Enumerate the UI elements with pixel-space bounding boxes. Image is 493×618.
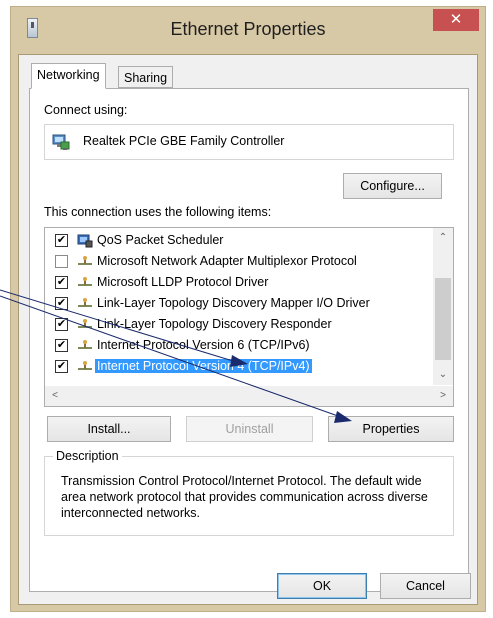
connection-items-list[interactable]: ✔ QoS Packet Scheduler Microsoft Network… bbox=[44, 227, 454, 407]
scroll-right-icon[interactable]: > bbox=[433, 386, 453, 406]
item-label: Microsoft LLDP Protocol Driver bbox=[97, 275, 269, 289]
uninstall-button[interactable]: Uninstall bbox=[186, 416, 313, 442]
tab-sharing[interactable]: Sharing bbox=[118, 66, 174, 88]
list-item[interactable]: ✔ QoS Packet Scheduler bbox=[45, 230, 437, 251]
protocol-icon bbox=[78, 256, 92, 265]
adapter-display: Realtek PCIe GBE Family Controller bbox=[44, 124, 454, 160]
protocol-icon bbox=[78, 277, 92, 286]
list-item[interactable]: ✔ Internet Protocol Version 6 (TCP/IPv6) bbox=[45, 335, 437, 356]
item-label: Internet Protocol Version 4 (TCP/IPv4) bbox=[95, 359, 312, 373]
adapter-name: Realtek PCIe GBE Family Controller bbox=[83, 134, 285, 148]
item-label: Internet Protocol Version 6 (TCP/IPv6) bbox=[97, 338, 310, 352]
description-legend: Description bbox=[53, 449, 122, 463]
item-checkbox[interactable]: ✔ bbox=[55, 297, 68, 310]
scrollbar-thumb[interactable] bbox=[435, 278, 451, 360]
item-checkbox[interactable]: ✔ bbox=[55, 276, 68, 289]
description-text: Transmission Control Protocol/Internet P… bbox=[61, 474, 428, 520]
horizontal-scrollbar[interactable]: < > bbox=[45, 386, 453, 406]
ok-button[interactable]: OK bbox=[277, 573, 367, 599]
list-item[interactable]: Microsoft Network Adapter Multiplexor Pr… bbox=[45, 251, 437, 272]
item-label: Link-Layer Topology Discovery Mapper I/O… bbox=[97, 296, 370, 310]
item-checkbox[interactable]: ✔ bbox=[55, 318, 68, 331]
protocol-icon bbox=[78, 361, 92, 370]
item-checkbox[interactable]: ✔ bbox=[55, 234, 68, 247]
network-adapter-icon bbox=[52, 134, 70, 150]
item-label: QoS Packet Scheduler bbox=[97, 233, 224, 247]
scroll-left-icon[interactable]: < bbox=[45, 386, 65, 406]
cancel-button[interactable]: Cancel bbox=[380, 573, 471, 599]
protocol-icon bbox=[78, 340, 92, 349]
tab-networking[interactable]: Networking bbox=[31, 63, 106, 89]
description-group: Description Transmission Control Protoco… bbox=[44, 449, 454, 536]
close-button[interactable]: ✕ bbox=[433, 9, 479, 31]
items-section-label: This connection uses the following items… bbox=[44, 205, 272, 219]
list-item[interactable]: ✔ Link-Layer Topology Discovery Responde… bbox=[45, 314, 437, 335]
install-button[interactable]: Install... bbox=[47, 416, 171, 442]
list-item[interactable]: ✔ Link-Layer Topology Discovery Mapper I… bbox=[45, 293, 437, 314]
connect-using-label: Connect using: bbox=[44, 103, 128, 117]
item-checkbox[interactable]: ✔ bbox=[55, 360, 68, 373]
window-title: Ethernet Properties bbox=[170, 19, 326, 39]
item-checkbox[interactable]: ✔ bbox=[55, 339, 68, 352]
item-label: Microsoft Network Adapter Multiplexor Pr… bbox=[97, 254, 357, 268]
scroll-up-icon[interactable]: ⌃ bbox=[433, 228, 453, 248]
properties-button[interactable]: Properties bbox=[328, 416, 454, 442]
scroll-down-icon[interactable]: ⌄ bbox=[433, 365, 453, 385]
qos-scheduler-icon bbox=[77, 234, 93, 248]
configure-button[interactable]: Configure... bbox=[343, 173, 442, 199]
protocol-icon bbox=[78, 319, 92, 328]
item-label: Link-Layer Topology Discovery Responder bbox=[97, 317, 332, 331]
list-item[interactable]: ✔ Microsoft LLDP Protocol Driver bbox=[45, 272, 437, 293]
list-item-selected[interactable]: ✔ Internet Protocol Version 4 (TCP/IPv4) bbox=[45, 356, 437, 377]
item-checkbox[interactable] bbox=[55, 255, 68, 268]
title-bar[interactable]: Ethernet Properties ✕ bbox=[11, 7, 485, 53]
vertical-scrollbar[interactable]: ⌃ ⌄ bbox=[433, 228, 453, 385]
protocol-icon bbox=[78, 298, 92, 307]
